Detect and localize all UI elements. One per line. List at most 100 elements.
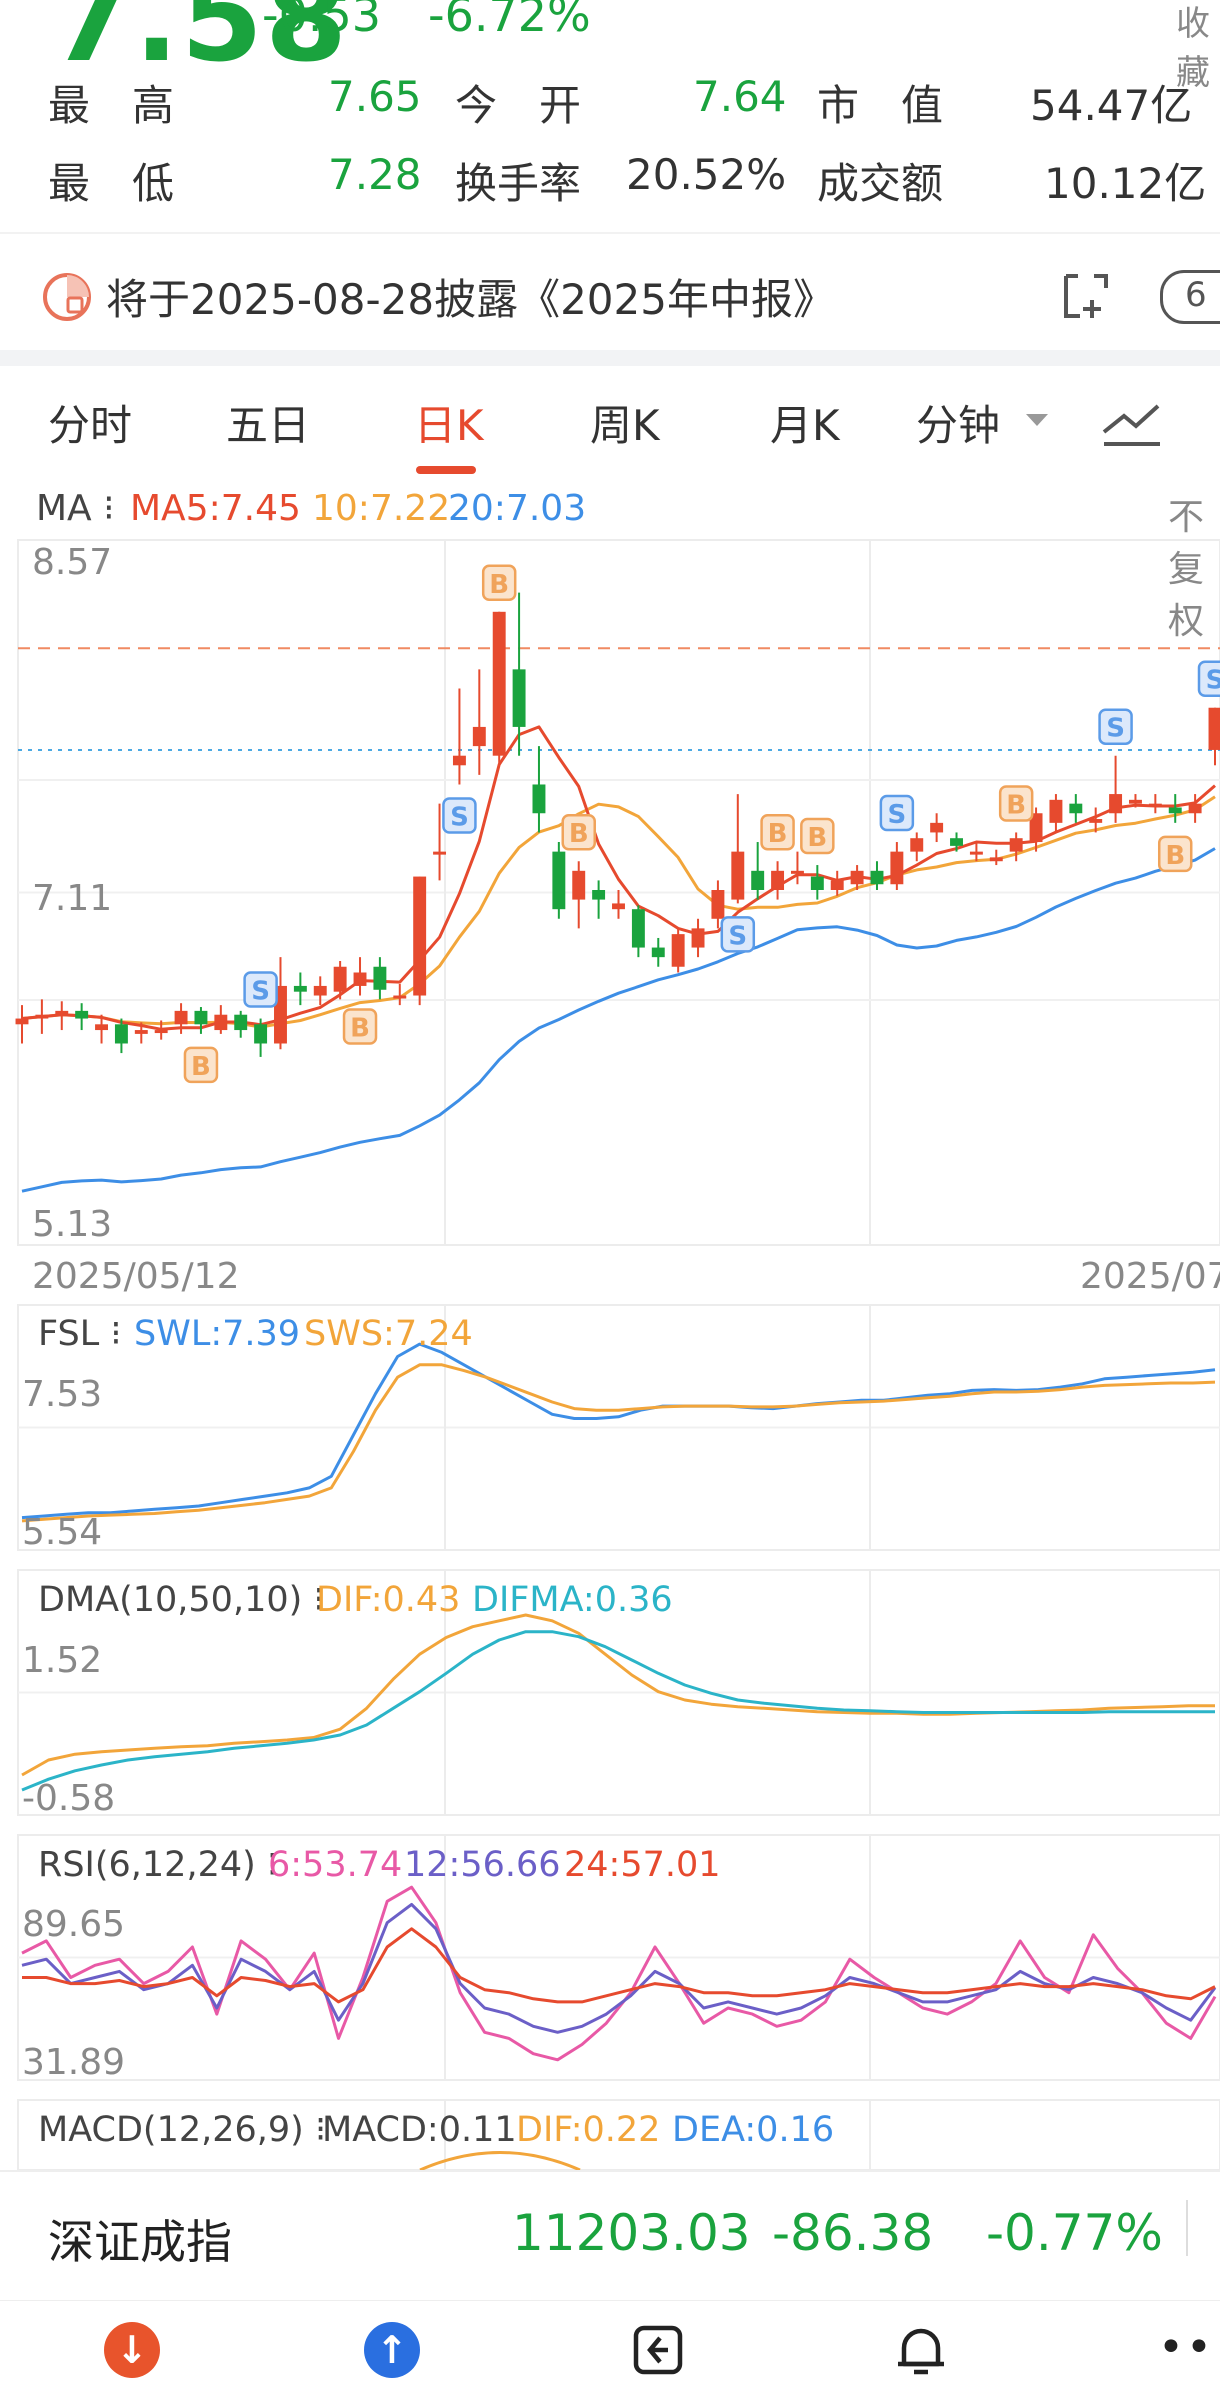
candle-body [413,876,427,996]
candle-body [293,985,307,992]
dma-difma: DIFMA:0.36 [472,1580,673,1620]
macd-value: MACD:0.11 [322,2110,517,2150]
candle-body [532,784,546,814]
candle-body [691,928,705,948]
rsi-title: RSI(6,12,24) ⁝ [38,1845,279,1885]
candle-body [254,1024,268,1044]
candle-body [35,1014,49,1019]
candle-body [790,870,804,874]
buy-signal-label: B [191,1052,211,1082]
candle-body [353,972,367,986]
rsi-12: 12:56.66 [404,1845,561,1885]
macd-title: MACD(12,26,9) ⁝ [38,2110,327,2150]
candle-body [1188,803,1202,814]
candle-body [910,838,924,852]
candle-body [75,1010,89,1019]
candle-body [1109,794,1123,814]
rsi-axis-top: 89.65 [22,1904,126,1945]
candle-body [810,876,824,890]
rsi6-line [21,1885,1217,2062]
macd-dea: DEA:0.16 [672,2110,835,2150]
date-end: 2025/07 [1080,1256,1220,1297]
candle-body [930,822,944,833]
candle-body [950,838,963,846]
sell-signal-label: S [887,800,906,830]
candle-body [452,755,466,766]
candle-body [1069,803,1083,814]
candle-body [174,1010,188,1025]
fsl-swl-line [21,1342,1216,1520]
macd-dif: DIF:0.22 [516,2110,661,2150]
fsl-sws: SWS:7.24 [304,1314,473,1354]
exchange-icon[interactable] [630,2322,686,2378]
sell-down-icon[interactable]: ↓ [104,2322,160,2378]
rsi-24: 24:57.01 [564,1845,721,1885]
candle-body [969,851,983,855]
candle-body [492,611,506,756]
sell-signal-label: S [1106,714,1125,744]
sell-signal-label: S [1206,666,1220,696]
candle-body [592,890,606,900]
buy-up-icon[interactable]: ↑ [364,2322,420,2378]
buy-signal-label: B [807,823,827,853]
candle-body [651,947,665,958]
dma-title: DMA(10,50,10) ⁝ [38,1580,325,1620]
index-change-pct: -0.77% [986,2204,1163,2262]
candle-body [1148,803,1162,807]
candle-body [114,1024,128,1044]
divider [1186,2200,1188,2256]
candle-body [731,851,745,900]
buy-signal-label: B [768,819,788,849]
candle-body [1049,799,1063,823]
ma-axis-bottom: 5.13 [32,1204,113,1245]
candle-body [214,1014,228,1031]
more-icon[interactable]: ••• [1158,2322,1220,2373]
candle-body [433,851,447,855]
fsl-axis-top: 7.53 [22,1374,103,1415]
candle-body [552,851,566,910]
index-change: -86.38 [772,2204,934,2262]
bottom-toolbar [0,2300,1220,2391]
candle-body [154,1030,168,1034]
dma-axis-top: 1.52 [22,1640,103,1681]
candle-body [234,1014,248,1031]
buy-signal-label: B [350,1014,370,1044]
candle-body [612,903,625,910]
candle-body [512,669,526,727]
candle-body [55,1010,69,1015]
kline-chart[interactable]: BSBSBBSB BS BSBS [0,0,1220,2300]
bell-icon[interactable] [892,2320,950,2380]
rsi-label: RSI(6,12,24) [38,1845,256,1885]
dma-label: DMA(10,50,10) [38,1580,303,1620]
candle-body [751,870,765,890]
candle-body [631,909,645,948]
index-value: 11203.03 [512,2204,751,2262]
candle-body [989,857,1003,862]
candle-body [194,1010,208,1025]
candle-body [333,966,347,992]
sell-signal-label: S [251,977,270,1007]
candle-body [771,870,785,890]
macd-label: MACD(12,26,9) [38,2110,304,2150]
candle-body [95,1024,108,1031]
candle-body [1129,799,1142,804]
candle-body [671,934,685,967]
candle-body [711,890,725,919]
candle-body [890,851,904,885]
fsl-axis-bottom: 5.54 [22,1512,103,1553]
ma-axis-mid: 7.11 [32,878,113,919]
index-name: 深证成指 [48,2215,232,2269]
candle-body [313,985,327,996]
dma-dif: DIF:0.43 [316,1580,461,1620]
buy-signal-label: B [1006,790,1026,820]
date-start: 2025/05/12 [32,1256,240,1297]
ma5-line [21,725,1216,1031]
candle-body [373,966,387,990]
sell-signal-label: S [450,802,469,832]
candle-body [850,870,864,885]
candle-body [870,870,884,885]
candle-body [1009,838,1023,852]
sell-signal-label: S [728,921,747,951]
fsl-title: FSL ⁝ [38,1314,122,1354]
dma-axis-bottom: -0.58 [22,1778,116,1819]
